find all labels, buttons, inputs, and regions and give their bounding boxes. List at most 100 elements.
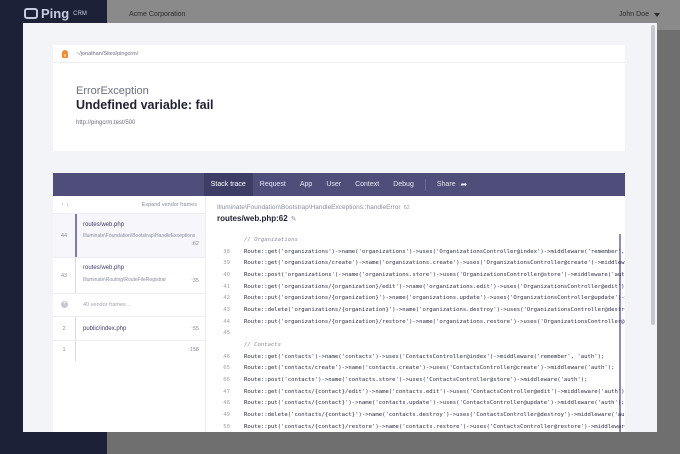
line-number: 48 — [223, 400, 230, 407]
code-line: // Contacts — [206, 339, 625, 351]
plus-icon: + — [61, 301, 68, 308]
code-line: 47 Route::get('contacts/{contact}/edit')-… — [206, 386, 625, 398]
code-line: 38 Route::get('organizations')->name('org… — [206, 246, 625, 258]
tab-app[interactable]: App — [293, 173, 319, 196]
frame-line: :55 — [191, 326, 199, 332]
frame-namespace: Illuminate\Foundation\Bootstrap\HandleEx… — [217, 204, 613, 211]
project-path: ~/jonathan/Sites/pingcrm/ — [76, 50, 139, 57]
stack-trace-card: Stack trace Request App User Context Deb… — [53, 173, 625, 432]
frame-file: routes/web.php — [83, 265, 125, 271]
frame-number: 43 — [60, 273, 68, 279]
line-number: 50 — [223, 423, 230, 430]
vendor-frames-toggle[interactable]: + 40 vendor frames... — [53, 294, 205, 317]
namespace-line: 62 — [403, 205, 410, 211]
line-source: Route::post('organizations')->name('orga… — [244, 271, 625, 278]
line-source: Route::get('organizations')->name('organ… — [244, 248, 625, 255]
chevron-down-icon — [654, 13, 660, 17]
frame-item[interactable]: 2 public/index.php :55 — [53, 317, 205, 341]
exception-message: Undefined variable: fail — [76, 98, 214, 112]
line-source: Route::delete('organizations/{organizati… — [244, 306, 625, 313]
tab-context[interactable]: Context — [348, 173, 386, 196]
tab-stack-trace[interactable]: Stack trace — [203, 173, 253, 196]
code-line: 66 Route::post('contacts')->name('contact… — [206, 374, 625, 386]
exception-summary-card: ~/jonathan/Sites/pingcrm/ ErrorException… — [53, 45, 625, 151]
share-button[interactable]: Share ➦ — [430, 173, 474, 196]
brand-suffix: CRM — [73, 10, 87, 17]
code-file-title: routes/web.php:62 ✎ — [217, 214, 613, 223]
frame-item[interactable]: 44 routes/web.php Illuminate\Foundation\… — [53, 214, 205, 258]
line-number: 47 — [223, 388, 230, 395]
exception-class: ErrorException — [76, 85, 149, 97]
brand-name: Ping — [41, 6, 70, 21]
line-source: Route::delete('contacts/{contact}')->nam… — [244, 412, 625, 419]
line-number: 38 — [223, 248, 230, 255]
code-line: // Organizations — [206, 234, 625, 246]
line-source: Route::put('contacts/{contact}')->name('… — [244, 400, 625, 407]
line-source: Route::put('contacts/{contact}/restore')… — [244, 423, 625, 430]
pencil-icon[interactable]: ✎ — [291, 215, 297, 223]
line-number: 39 — [223, 260, 230, 267]
project-path-row: ~/jonathan/Sites/pingcrm/ — [53, 45, 625, 63]
line-source: Route::post('contacts')->name('contacts.… — [244, 377, 588, 384]
error-modal: ~/jonathan/Sites/pingcrm/ ErrorException… — [23, 23, 657, 432]
flame-icon — [62, 49, 68, 58]
code-line: 65 Route::get('contacts/create')->name('c… — [206, 363, 625, 375]
tab-debug[interactable]: Debug — [386, 173, 421, 196]
line-source: Route::put('organizations/{organization}… — [244, 318, 625, 325]
line-source: Route::get('organizations/create')->name… — [244, 260, 625, 267]
line-number: 49 — [223, 412, 230, 419]
frame-rail — [75, 341, 76, 361]
line-source: // Organizations — [244, 236, 298, 243]
frame-line: :158 — [188, 347, 199, 353]
frame-item[interactable]: 1 :158 — [53, 341, 205, 361]
code-header: Illuminate\Foundation\Bootstrap\HandleEx… — [206, 196, 625, 236]
frame-rail — [75, 317, 76, 340]
line-source: // Contacts — [244, 342, 282, 349]
share-label: Share — [436, 181, 456, 188]
frame-rail — [75, 258, 76, 293]
frame-number: 2 — [62, 326, 66, 332]
frame-file: routes/web.php — [83, 222, 125, 228]
code-line: 39 Route::get('organizations/create')->na… — [206, 257, 625, 269]
user-menu[interactable]: John Doe — [619, 11, 649, 18]
request-url[interactable]: http://pingcrm.test/500 — [76, 120, 135, 126]
code-line: 43 Route::delete('organizations/{organiza… — [206, 304, 625, 316]
frames-list: ↑↓ Expand vendor frames 44 routes/web.ph… — [53, 196, 206, 432]
frame-line: :35 — [191, 278, 199, 284]
code-lines: // Organizations 38 Route::get('organizati… — [206, 234, 625, 432]
code-line: 42 Route::put('organizations/{organizatio… — [206, 292, 625, 304]
organization-name: Acme Corporation — [129, 11, 186, 18]
code-line: 40 Route::post('organizations')->name('or… — [206, 269, 625, 281]
line-source: Route::get('contacts/{contact}/edit')->n… — [244, 388, 625, 395]
sort-icon[interactable]: ↑↓ — [61, 202, 71, 208]
chat-bubble-icon — [24, 8, 38, 19]
frame-class: Illuminate\Routing\RouteFileRegistrar — [83, 277, 167, 283]
frame-line: :62 — [191, 241, 199, 247]
line-number: 45 — [223, 330, 230, 337]
frame-class: Illuminate\Foundation\Bootstrap\HandleEx… — [83, 233, 196, 239]
tab-divider — [424, 178, 426, 191]
code-line: 50 Route::put('contacts/{contact}/restore… — [206, 421, 625, 432]
modal-scrollbar[interactable] — [651, 25, 655, 325]
frame-number: 44 — [60, 233, 68, 239]
code-line: 49 Route::delete('contacts/{contact}')->n… — [206, 409, 625, 421]
tab-user[interactable]: User — [319, 173, 348, 196]
line-number: 65 — [223, 365, 230, 372]
namespace-text: Illuminate\Foundation\Bootstrap\HandleEx… — [217, 204, 401, 211]
frame-number: 1 — [62, 347, 66, 353]
line-source: Route::put('organizations/{organization}… — [244, 295, 625, 302]
code-line: 48 Route::put('contacts/{contact}')->name… — [206, 398, 625, 410]
frame-item[interactable]: 43 routes/web.php Illuminate\Routing\Rou… — [53, 258, 205, 294]
tab-request[interactable]: Request — [253, 173, 293, 196]
line-source: Route::get('contacts')->name('contacts')… — [244, 353, 605, 360]
frame-file: public/index.php — [83, 326, 127, 332]
frames-header: ↑↓ Expand vendor frames — [53, 196, 205, 214]
line-number: 43 — [223, 306, 230, 313]
line-number: 41 — [223, 283, 230, 290]
line-number: 42 — [223, 295, 230, 302]
expand-vendor-frames-button[interactable]: Expand vendor frames — [142, 202, 197, 208]
app-logo[interactable]: Ping CRM — [24, 6, 87, 21]
vendor-frames-label: 40 vendor frames... — [83, 302, 131, 308]
line-number: 66 — [223, 377, 230, 384]
code-file-name: routes/web.php:62 — [217, 214, 288, 223]
